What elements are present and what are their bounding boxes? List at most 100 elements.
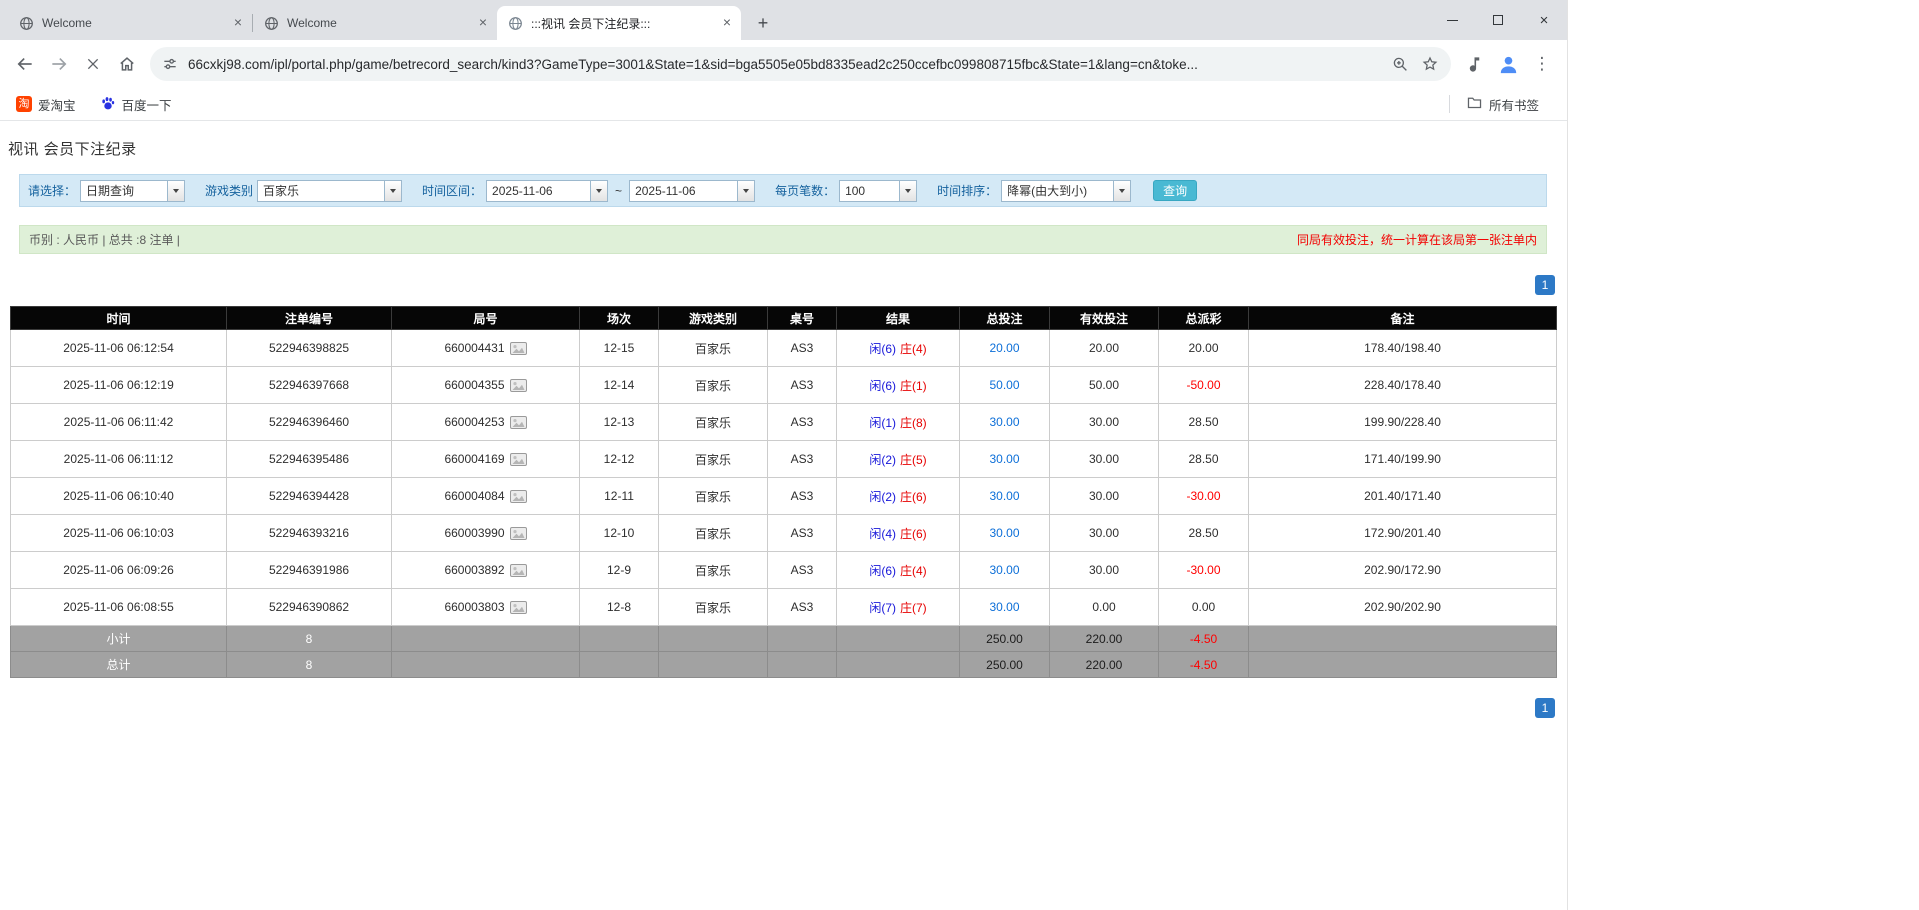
stop-loading-button[interactable] — [76, 47, 110, 81]
video-replay-icon[interactable] — [510, 341, 527, 355]
url-text[interactable]: 66cxkj98.com/ipl/portal.php/game/betreco… — [188, 57, 1379, 72]
page-1-button[interactable]: 1 — [1535, 698, 1555, 718]
video-replay-icon[interactable] — [510, 378, 527, 392]
column-header: 局号 — [392, 307, 580, 330]
cell-game-type: 百家乐 — [659, 330, 768, 367]
column-header: 备注 — [1249, 307, 1557, 330]
video-replay-icon[interactable] — [510, 452, 527, 466]
search-button[interactable]: 查询 — [1153, 180, 1197, 201]
chevron-down-icon[interactable] — [384, 181, 401, 201]
empty-cell — [659, 652, 768, 678]
cell-total-bet[interactable]: 30.00 — [960, 589, 1050, 626]
chevron-down-icon[interactable] — [590, 181, 607, 201]
cell-remark: 228.40/178.40 — [1249, 367, 1557, 404]
video-replay-icon[interactable] — [510, 489, 527, 503]
column-header: 场次 — [580, 307, 659, 330]
cell-session: 12-9 — [580, 552, 659, 589]
cell-total-bet[interactable]: 30.00 — [960, 478, 1050, 515]
maximize-button[interactable] — [1475, 0, 1521, 40]
bookmark-star-icon[interactable] — [1421, 55, 1439, 73]
cell-table-no: AS3 — [768, 367, 837, 404]
video-replay-icon[interactable] — [510, 526, 527, 540]
media-controls-icon[interactable] — [1457, 47, 1491, 81]
site-info-icon[interactable] — [162, 56, 178, 72]
query-type-dropdown[interactable]: 日期查询 — [80, 180, 185, 202]
dropdown-value: 2025-11-06 — [487, 181, 590, 201]
video-replay-icon[interactable] — [510, 563, 527, 577]
page-1-button[interactable]: 1 — [1535, 275, 1555, 295]
dropdown-value: 日期查询 — [81, 181, 167, 201]
browser-menu-icon[interactable]: ⋮ — [1525, 47, 1559, 81]
close-button[interactable]: × — [1521, 0, 1567, 40]
tab-close-icon[interactable]: × — [475, 15, 491, 31]
table-header-row: 时间注单编号局号场次游戏类别桌号结果总投注有效投注总派彩备注 — [11, 307, 1557, 330]
filter-label: 时间排序： — [937, 182, 997, 199]
result-banker: 庄(6) — [900, 527, 927, 541]
table-row: 2025-11-06 06:12:54 522946398825 6600044… — [11, 330, 1557, 367]
bet-records-table: 时间注单编号局号场次游戏类别桌号结果总投注有效投注总派彩备注 2025-11-0… — [10, 306, 1557, 678]
minimize-icon — [1447, 20, 1458, 21]
profile-avatar[interactable] — [1491, 47, 1525, 81]
round-number: 660003990 — [444, 526, 504, 540]
new-tab-button[interactable]: + — [749, 9, 777, 37]
cell-total-bet[interactable]: 20.00 — [960, 330, 1050, 367]
cell-total-bet[interactable]: 30.00 — [960, 552, 1050, 589]
filter-page-size: 每页笔数： 100 — [775, 180, 917, 202]
cell-total-bet[interactable]: 30.00 — [960, 515, 1050, 552]
zoom-icon[interactable] — [1391, 55, 1409, 73]
address-bar[interactable]: 66cxkj98.com/ipl/portal.php/game/betreco… — [150, 47, 1451, 81]
screen: Welcome × Welcome × :::视讯 会员下注纪录::: — [0, 0, 1919, 910]
total-total-bet: 250.00 — [960, 652, 1050, 678]
date-to-dropdown[interactable]: 2025-11-06 — [629, 180, 755, 202]
game-type-dropdown[interactable]: 百家乐 — [257, 180, 402, 202]
result-player: 闲(2) — [869, 453, 896, 467]
page-title: 视讯 会员下注纪录 — [8, 138, 1567, 159]
result-banker: 庄(5) — [900, 453, 927, 467]
tab-welcome-2[interactable]: Welcome × — [253, 6, 497, 40]
tab-bet-records[interactable]: :::视讯 会员下注纪录::: × — [497, 6, 741, 40]
video-replay-icon[interactable] — [510, 415, 527, 429]
tab-close-icon[interactable]: × — [230, 15, 246, 31]
result-player: 闲(7) — [869, 601, 896, 615]
cell-valid-bet: 20.00 — [1050, 330, 1159, 367]
forward-button[interactable] — [42, 47, 76, 81]
cell-remark: 178.40/198.40 — [1249, 330, 1557, 367]
bookmark-baidu[interactable]: 百度一下 — [94, 92, 178, 116]
back-button[interactable] — [8, 47, 42, 81]
sort-order-dropdown[interactable]: 降幂(由大到小) — [1001, 180, 1131, 202]
folder-icon — [1466, 94, 1483, 114]
cell-valid-bet: 0.00 — [1050, 589, 1159, 626]
cell-session: 12-10 — [580, 515, 659, 552]
page-size-dropdown[interactable]: 100 — [839, 180, 917, 202]
cell-payout: 28.50 — [1159, 441, 1249, 478]
subtotal-payout: -4.50 — [1159, 626, 1249, 652]
cell-total-bet[interactable]: 30.00 — [960, 404, 1050, 441]
minimize-button[interactable] — [1429, 0, 1475, 40]
chevron-down-icon[interactable] — [1113, 181, 1130, 201]
cell-session: 12-14 — [580, 367, 659, 404]
cell-round: 660004431 — [392, 330, 580, 367]
subtotal-label: 小计 — [11, 626, 227, 652]
cell-bet-id: 522946398825 — [227, 330, 392, 367]
cell-total-bet[interactable]: 50.00 — [960, 367, 1050, 404]
column-header: 总投注 — [960, 307, 1050, 330]
tab-close-icon[interactable]: × — [719, 15, 735, 31]
cell-result: 闲(2)庄(6) — [837, 478, 960, 515]
cell-result: 闲(6)庄(4) — [837, 330, 960, 367]
all-bookmarks-button[interactable]: 所有书签 — [1460, 92, 1545, 116]
chevron-down-icon[interactable] — [899, 181, 916, 201]
tab-welcome-1[interactable]: Welcome × — [8, 6, 252, 40]
maximize-icon — [1493, 15, 1503, 25]
chevron-down-icon[interactable] — [737, 181, 754, 201]
date-from-dropdown[interactable]: 2025-11-06 — [486, 180, 608, 202]
home-button[interactable] — [110, 47, 144, 81]
cell-payout: 28.50 — [1159, 404, 1249, 441]
video-replay-icon[interactable] — [510, 600, 527, 614]
cell-total-bet[interactable]: 30.00 — [960, 441, 1050, 478]
filter-label: 游戏类别 — [205, 182, 253, 199]
filter-label: 每页笔数： — [775, 182, 835, 199]
pagination-bottom: 1 — [0, 698, 1555, 718]
tab-title: :::视讯 会员下注纪录::: — [531, 15, 711, 32]
chevron-down-icon[interactable] — [167, 181, 184, 201]
bookmark-aitaobao[interactable]: 淘 爱淘宝 — [10, 92, 82, 116]
